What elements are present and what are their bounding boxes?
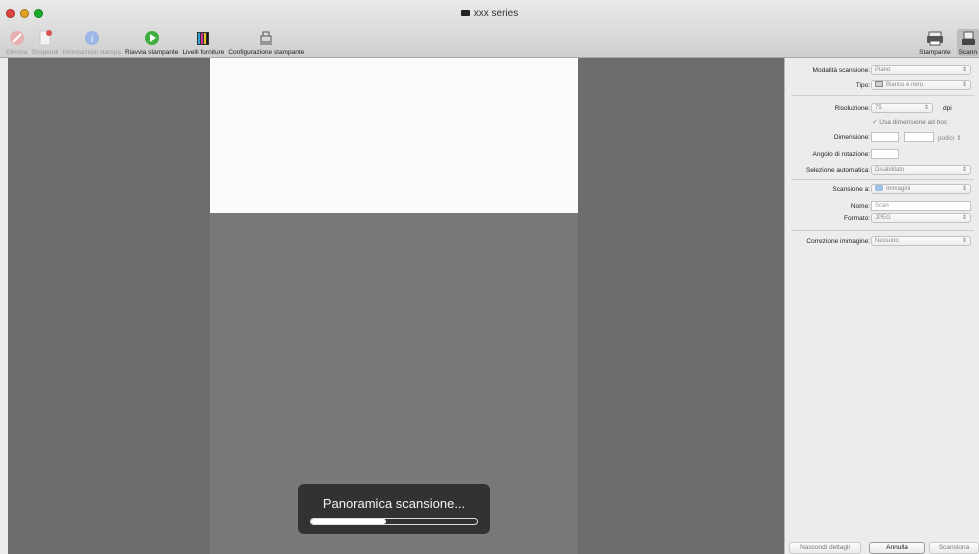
size-label: Dimensione: bbox=[833, 134, 870, 141]
resolution-unit: dpi bbox=[943, 105, 952, 112]
type-select[interactable]: Bianco e nero ⇕ bbox=[871, 80, 971, 90]
autoselect-select[interactable]: Disabilitato ⇕ bbox=[871, 165, 971, 175]
view-switcher: Stampante Scann bbox=[913, 20, 979, 56]
window-title: xxx series bbox=[0, 8, 979, 19]
scan-to-label: Scansione a: bbox=[832, 186, 870, 193]
chevron-updown-icon: ⇕ bbox=[956, 135, 962, 142]
chevron-updown-icon: ⇕ bbox=[961, 82, 967, 88]
checkmark-icon: ✓ bbox=[872, 119, 878, 126]
name-label: Nome: bbox=[850, 203, 870, 210]
type-label: Tipo: bbox=[855, 82, 870, 89]
custom-size-checkbox[interactable]: ✓ Usa dimensione ad hoc bbox=[872, 118, 947, 126]
scanner-tab[interactable]: Scann bbox=[956, 29, 979, 56]
rotation-row: Angolo di rotazione: bbox=[785, 149, 979, 160]
window-title-text: xxx series bbox=[473, 8, 519, 19]
progress-fill bbox=[311, 519, 386, 524]
play-icon bbox=[143, 29, 161, 47]
resolution-label: Risoluzione: bbox=[834, 105, 870, 112]
scanner-window: xxx series Elimina Sospendi i Informazio… bbox=[0, 0, 979, 554]
supply-levels-icon bbox=[194, 29, 212, 47]
divider bbox=[791, 95, 974, 96]
size-unit-select[interactable]: pollici ⇕ bbox=[938, 134, 962, 142]
cancel-button[interactable]: Annulla bbox=[869, 542, 925, 554]
scanner-icon bbox=[959, 29, 977, 47]
scan-button[interactable]: Scansiona bbox=[929, 542, 979, 554]
document-icon bbox=[460, 10, 470, 17]
toolbar: Elimina Sospendi i Informazioni stampa R… bbox=[6, 20, 308, 56]
info-icon: i bbox=[83, 29, 101, 47]
svg-text:i: i bbox=[90, 34, 93, 45]
scan-mode-label: Modalità scansione: bbox=[812, 67, 870, 74]
printer-setup-button[interactable]: Configurazione stampante bbox=[228, 29, 304, 56]
name-input[interactable]: Scan bbox=[871, 201, 971, 211]
autoselect-label: Selezione automatica: bbox=[806, 167, 870, 174]
height-field[interactable] bbox=[904, 132, 934, 142]
chevron-updown-icon: ⇕ bbox=[961, 215, 967, 221]
scan-settings-panel: Modalità scansione: Piano ⇕ Tipo: Bianco … bbox=[784, 58, 979, 554]
pause-button[interactable]: Sospendi bbox=[31, 29, 58, 56]
resolution-row: Risoluzione: 75 ⇕ dpi bbox=[785, 103, 979, 114]
rotation-field[interactable] bbox=[871, 149, 899, 159]
rotation-label: Angolo di rotazione: bbox=[812, 151, 870, 158]
scan-progress-hud: Panoramica scansione... bbox=[298, 484, 490, 534]
format-label: Formato: bbox=[843, 215, 870, 222]
scan-preview-image bbox=[210, 58, 578, 213]
name-row: Nome: Scan bbox=[785, 201, 979, 212]
custom-size-row: ✓ Usa dimensione ad hoc bbox=[785, 116, 979, 127]
delete-button[interactable]: Elimina bbox=[6, 29, 27, 56]
hud-label: Panoramica scansione... bbox=[322, 496, 466, 511]
width-field[interactable] bbox=[871, 132, 899, 142]
restart-printer-button[interactable]: Riavvia stampante bbox=[125, 29, 178, 56]
chevron-updown-icon: ⇕ bbox=[923, 105, 929, 111]
chevron-updown-icon: ⇕ bbox=[961, 67, 967, 73]
correction-select[interactable]: Nessuno ⇕ bbox=[871, 236, 971, 246]
chevron-updown-icon: ⇕ bbox=[961, 186, 967, 192]
pause-icon bbox=[36, 29, 54, 47]
scan-mode-row: Modalità scansione: Piano ⇕ bbox=[785, 65, 979, 76]
format-select[interactable]: JPEG ⇕ bbox=[871, 213, 971, 223]
resolution-select[interactable]: 75 ⇕ bbox=[871, 103, 933, 113]
scan-to-row: Scansione a: Immagini ⇕ bbox=[785, 184, 979, 195]
format-row: Formato: JPEG ⇕ bbox=[785, 213, 979, 224]
printer-tab[interactable]: Stampante bbox=[919, 29, 951, 56]
divider bbox=[791, 230, 974, 231]
title-bar: xxx series Elimina Sospendi i Informazio… bbox=[0, 0, 979, 58]
supply-levels-button[interactable]: Livelli forniture bbox=[182, 29, 224, 56]
autoselect-row: Selezione automatica: Disabilitato ⇕ bbox=[785, 165, 979, 176]
printer-setup-icon bbox=[257, 29, 275, 47]
correction-row: Correzione immagine: Nessuno ⇕ bbox=[785, 236, 979, 247]
scan-to-select[interactable]: Immagini ⇕ bbox=[871, 184, 971, 194]
scan-mode-select[interactable]: Piano ⇕ bbox=[871, 65, 971, 75]
divider bbox=[791, 179, 974, 180]
panel-buttons: Nascondi dettagli Annulla Scansiona bbox=[785, 542, 979, 554]
chevron-updown-icon: ⇕ bbox=[961, 167, 967, 173]
size-row: Dimensione: pollici ⇕ bbox=[785, 132, 979, 143]
info-button[interactable]: i Informazioni stampa bbox=[62, 29, 121, 56]
type-row: Tipo: Bianco e nero ⇕ bbox=[785, 80, 979, 91]
delete-icon bbox=[8, 29, 26, 47]
hide-details-button[interactable]: Nascondi dettagli bbox=[789, 542, 861, 554]
printer-icon bbox=[926, 29, 944, 47]
correction-label: Correzione immagine: bbox=[806, 238, 870, 245]
color-swatch-icon bbox=[875, 81, 883, 87]
folder-icon bbox=[875, 185, 883, 191]
chevron-updown-icon: ⇕ bbox=[961, 238, 967, 244]
scan-bed[interactable] bbox=[210, 58, 578, 554]
preview-area bbox=[8, 58, 784, 554]
progress-bar bbox=[310, 518, 478, 525]
